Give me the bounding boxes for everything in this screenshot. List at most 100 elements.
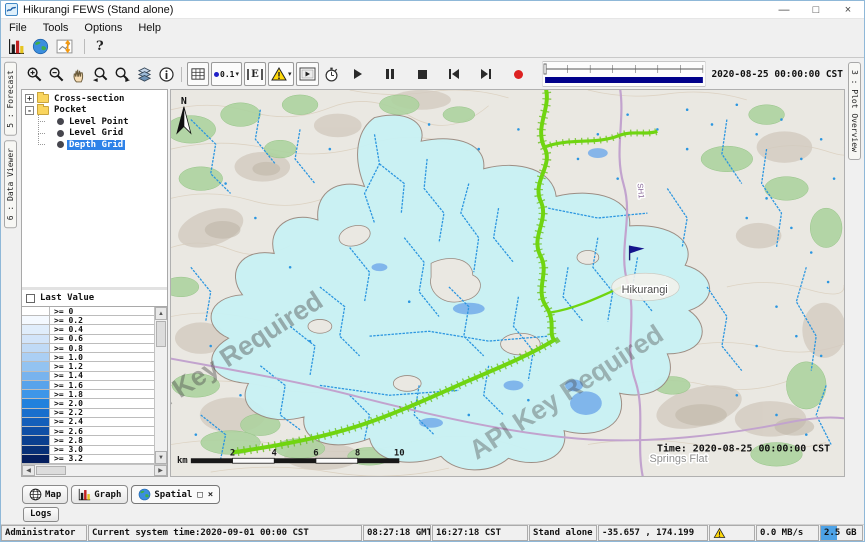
scroll-down-icon[interactable]: ▼ bbox=[155, 451, 167, 464]
legend-value-label: >= 1.2 bbox=[50, 362, 154, 370]
animation-export-button[interactable] bbox=[320, 62, 342, 86]
legend-value-label: >= 0.8 bbox=[50, 344, 154, 352]
tree-item[interactable]: - Pocket bbox=[25, 105, 167, 117]
timeline-slider[interactable] bbox=[542, 61, 706, 87]
tab-close-icon[interactable]: × bbox=[208, 490, 213, 500]
legend-row: >= 3.0 bbox=[22, 446, 154, 455]
scroll-left-icon[interactable]: ◀ bbox=[22, 465, 35, 476]
tab-spatial-label: Spatial bbox=[154, 490, 192, 500]
legend-value-label: >= 3.0 bbox=[50, 446, 154, 454]
tree-item[interactable]: Level Grid bbox=[25, 128, 167, 140]
close-button[interactable]: × bbox=[832, 1, 864, 18]
scroll-thumb[interactable] bbox=[156, 321, 166, 347]
legend-color-swatch bbox=[22, 316, 50, 324]
step-backward-button[interactable] bbox=[443, 62, 465, 86]
tree-item[interactable]: + Cross-section bbox=[25, 93, 167, 105]
tab-plot-overview[interactable]: 3 : Plot Overview bbox=[848, 62, 861, 160]
menu-item[interactable]: Tools bbox=[35, 22, 77, 34]
thresholds-dropdown[interactable]: ▾ bbox=[268, 62, 295, 86]
menu-item[interactable]: Options bbox=[76, 22, 130, 34]
timeseries-dialog-button[interactable] bbox=[56, 38, 73, 55]
help-button[interactable]: ? bbox=[96, 39, 104, 54]
pause-icon bbox=[386, 69, 394, 79]
wire-globe-icon bbox=[29, 488, 42, 501]
logs-button[interactable]: Logs bbox=[23, 507, 59, 522]
legend-row: >= 0.4 bbox=[22, 325, 154, 334]
menu-item[interactable]: File bbox=[1, 22, 35, 34]
legend-color-swatch bbox=[22, 390, 50, 398]
step-forward-button[interactable] bbox=[475, 62, 497, 86]
last-value-checkbox[interactable] bbox=[26, 294, 35, 303]
grid-toggle-button[interactable] bbox=[187, 62, 209, 86]
stop-button[interactable] bbox=[411, 62, 433, 86]
tree-item[interactable]: Depth Grid bbox=[25, 139, 167, 151]
legend-value-label: >= 3.2 bbox=[50, 455, 154, 463]
map-time-label: Time: 2020-08-25 00:00:00 CST bbox=[657, 442, 830, 454]
tree-expander[interactable]: + bbox=[25, 94, 34, 103]
record-icon bbox=[514, 70, 523, 79]
map-canvas[interactable]: API Key Required API Key Required SH1 Hi… bbox=[171, 90, 844, 476]
window-title: Hikurangi FEWS (Stand alone) bbox=[23, 4, 173, 16]
last-value-label: Last Value bbox=[40, 293, 94, 303]
legend-row: >= 2.0 bbox=[22, 399, 154, 408]
tab-map[interactable]: Map bbox=[22, 485, 68, 504]
timeline-range-bar bbox=[546, 77, 704, 83]
classify-dropdown[interactable]: 0.1 ▾ bbox=[211, 62, 242, 86]
legend-value-label: >= 1.4 bbox=[50, 372, 154, 380]
legend-value-label: >= 2.8 bbox=[50, 436, 154, 444]
pause-button[interactable] bbox=[379, 62, 401, 86]
zoom-previous-button[interactable] bbox=[89, 62, 111, 86]
legend-color-swatch bbox=[22, 409, 50, 417]
layers-icon bbox=[136, 66, 153, 83]
tree-item-label: Pocket bbox=[52, 105, 89, 115]
zoom-next-button[interactable] bbox=[111, 62, 133, 86]
legend-row: >= 2.2 bbox=[22, 409, 154, 418]
legend-panel: Last Value >= 0 bbox=[22, 290, 167, 476]
legend-color-swatch bbox=[22, 427, 50, 435]
zoom-out-button[interactable] bbox=[45, 62, 67, 86]
legend-color-swatch bbox=[22, 344, 50, 352]
legend-horizontal-scrollbar[interactable]: ◀ ▶ bbox=[22, 464, 167, 476]
legend-row: >= 2.6 bbox=[22, 427, 154, 436]
north-label: N bbox=[181, 96, 187, 107]
record-button[interactable] bbox=[507, 62, 529, 86]
movie-icon bbox=[299, 66, 316, 82]
maximize-button[interactable]: □ bbox=[800, 1, 832, 18]
tab-forecast[interactable]: 5 : Forecast bbox=[4, 62, 17, 136]
scale-tick: 8 bbox=[355, 448, 360, 458]
info-icon bbox=[158, 66, 175, 83]
tab-restore-icon[interactable]: □ bbox=[197, 490, 202, 500]
tab-map-label: Map bbox=[45, 490, 61, 500]
scroll-thumb[interactable] bbox=[36, 466, 66, 475]
scroll-up-icon[interactable]: ▲ bbox=[155, 307, 167, 320]
tree-expander[interactable]: - bbox=[25, 106, 34, 115]
map-view[interactable]: API Key Required API Key Required SH1 Hi… bbox=[170, 89, 845, 477]
pan-button[interactable] bbox=[67, 62, 89, 86]
legend-row: >= 1.8 bbox=[22, 390, 154, 399]
label-toggle-button[interactable]: E bbox=[244, 62, 266, 86]
info-button[interactable] bbox=[155, 62, 177, 86]
zoom-in-button[interactable] bbox=[23, 62, 45, 86]
scroll-right-icon[interactable]: ▶ bbox=[154, 465, 167, 476]
layers-button[interactable] bbox=[133, 62, 155, 86]
grid-display-button[interactable] bbox=[32, 38, 49, 55]
tab-graph[interactable]: Graph bbox=[71, 485, 128, 504]
tab-data-viewer[interactable]: 6 : Data Viewer bbox=[4, 140, 17, 228]
movie-player-button[interactable] bbox=[296, 62, 319, 86]
legend-vertical-scrollbar[interactable]: ▲ ▼ bbox=[154, 307, 167, 464]
play-button[interactable] bbox=[347, 62, 369, 86]
database-display-button[interactable] bbox=[8, 38, 25, 55]
tree-item[interactable]: Level Point bbox=[25, 116, 167, 128]
bottom-tab-bar: Map Graph Spatial □ × bbox=[20, 483, 845, 504]
status-gmt-time: 08:27:18 GMT bbox=[363, 525, 431, 541]
menu-item[interactable]: Help bbox=[130, 22, 169, 34]
right-tab-strip: 3 : Plot Overview bbox=[845, 59, 864, 524]
globe-icon bbox=[138, 488, 151, 501]
legend-value-label: >= 2.4 bbox=[50, 418, 154, 426]
minimize-button[interactable]: — bbox=[768, 1, 800, 18]
legend-color-swatch bbox=[22, 436, 50, 444]
scale-tick: 4 bbox=[272, 448, 277, 458]
status-warning[interactable] bbox=[709, 525, 755, 541]
timeseries-icon bbox=[56, 38, 73, 55]
tab-spatial[interactable]: Spatial □ × bbox=[131, 485, 220, 504]
